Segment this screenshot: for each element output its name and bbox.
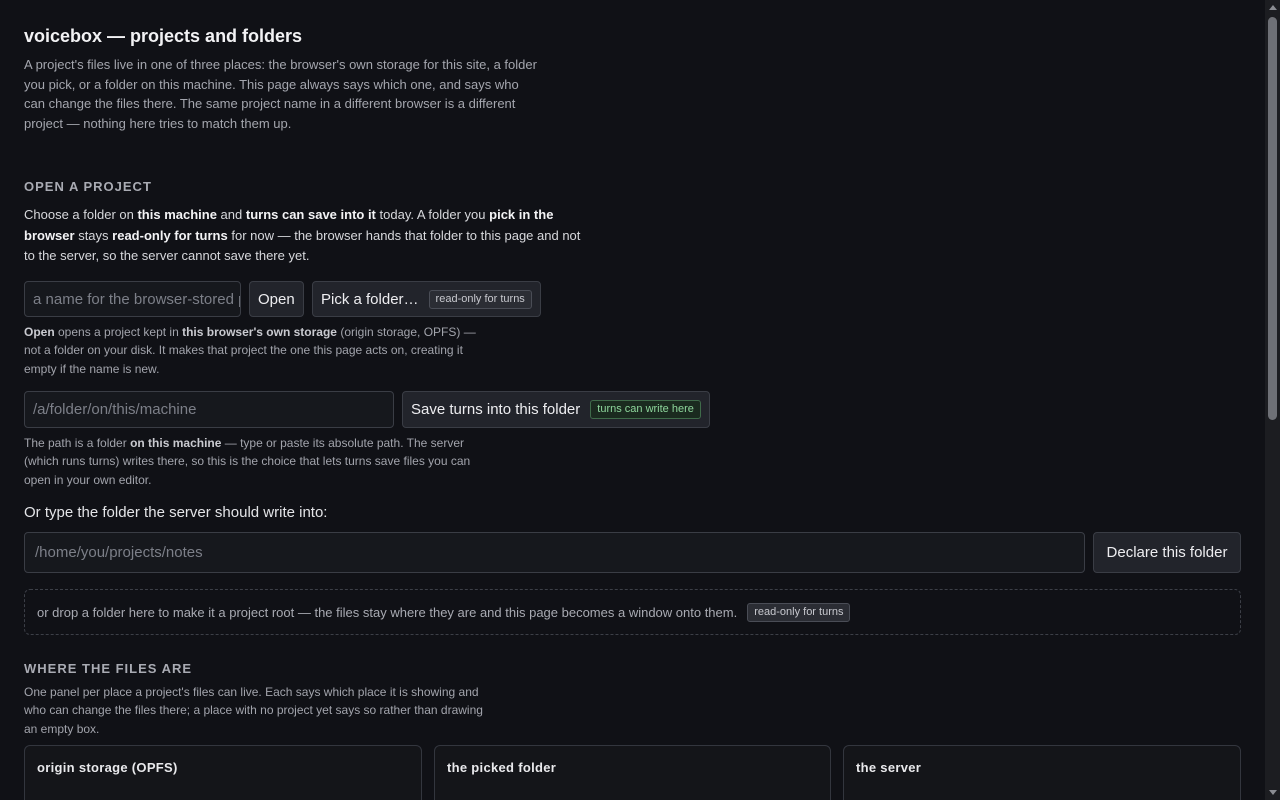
declare-folder-label: Or type the folder the server should wri… — [24, 504, 328, 521]
pick-folder-button[interactable]: Pick a folder… read-only for turns — [312, 281, 541, 317]
page-intro: A project's files live in one of three p… — [24, 57, 537, 132]
vertical-scrollbar[interactable] — [1265, 0, 1280, 800]
save-turns-button[interactable]: Save turns into this folder turns can wr… — [402, 391, 710, 428]
chevron-down-icon[interactable] — [1265, 785, 1280, 800]
machine-path-input[interactable]: /a/folder/on/this/machine — [24, 391, 394, 428]
chevron-up-icon[interactable] — [1265, 0, 1280, 15]
open-help-text: Open opens a project kept in this browse… — [24, 325, 476, 376]
declare-folder-button[interactable]: Declare this folder — [1093, 532, 1241, 573]
project-name-input[interactable]: a name for the browser-stored project — [24, 281, 241, 317]
open-button[interactable]: Open — [249, 281, 304, 317]
page-title: voicebox — projects and folders — [24, 26, 303, 46]
section-title-open-project: OPEN A PROJECT — [24, 179, 152, 194]
panel-title-origin-storage: origin storage (OPFS) — [37, 760, 178, 775]
panel-title-server: the server — [856, 760, 922, 775]
can-write-badge: turns can write here — [590, 400, 701, 419]
panel-origin-storage: origin storage (OPFS) — [24, 745, 422, 800]
dropzone-read-only-badge: read-only for turns — [747, 602, 851, 622]
open-project-lead: Choose a folder on this machine and turn… — [24, 207, 581, 263]
where-files-help: One panel per place a project's files ca… — [24, 685, 483, 736]
panel-picked-folder: the picked folder — [434, 745, 831, 800]
page: voicebox — projects and folders A projec… — [0, 0, 1265, 800]
panel-title-picked-folder: the picked folder — [447, 760, 557, 775]
pick-folder-label: Pick a folder… — [321, 290, 419, 308]
read-only-badge: read-only for turns — [428, 289, 532, 309]
section-title-where-files: WHERE THE FILES ARE — [24, 661, 193, 676]
folder-dropzone[interactable]: or drop a folder here to make it a proje… — [24, 589, 1241, 635]
panel-server: the server — [843, 745, 1241, 800]
path-help-text: The path is a folder on this machine — t… — [24, 436, 471, 487]
scrollbar-thumb[interactable] — [1268, 17, 1277, 420]
save-turns-label: Save turns into this folder — [411, 401, 581, 418]
dropzone-text: or drop a folder here to make it a proje… — [37, 604, 738, 620]
declare-folder-input[interactable]: /home/you/projects/notes — [24, 532, 1085, 573]
